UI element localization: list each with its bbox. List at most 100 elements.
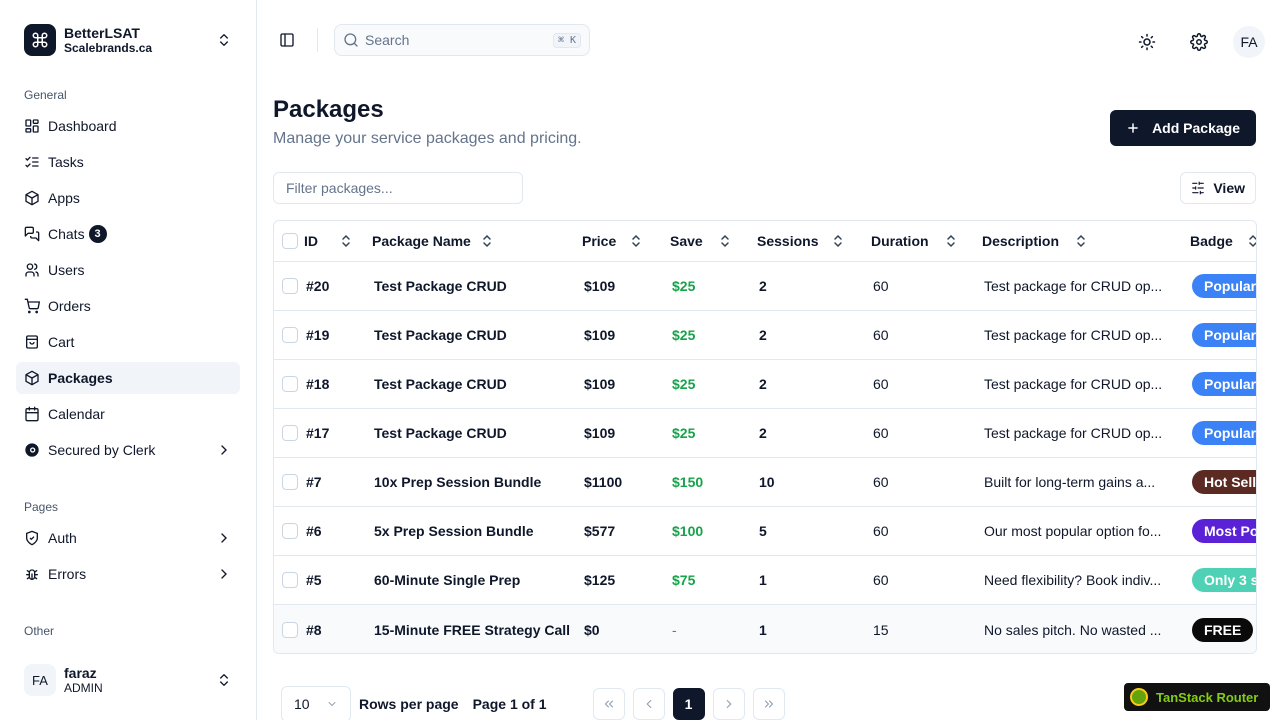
- cell-id: #8: [306, 621, 322, 638]
- column-header-price[interactable]: Price: [582, 221, 642, 261]
- row-checkbox[interactable]: [282, 327, 298, 343]
- table-row[interactable]: #7 10x Prep Session Bundle $1100 $150 10 60 Bu…: [274, 458, 1256, 507]
- bug-icon: [24, 566, 40, 582]
- row-checkbox[interactable]: [282, 523, 298, 539]
- row-checkbox[interactable]: [282, 572, 298, 588]
- column-header-sessions[interactable]: Sessions: [757, 221, 844, 261]
- sidebar-item-users[interactable]: Users: [16, 254, 240, 286]
- cell-description: No sales pitch. No wasted ...: [984, 621, 1162, 638]
- command-icon: [24, 24, 56, 56]
- search-input[interactable]: Search ⌘ K: [334, 24, 590, 56]
- chevron-right-icon: [221, 569, 227, 579]
- sidebar-item-chats[interactable]: Chats 3: [16, 218, 240, 250]
- cell-description: Need flexibility? Book indiv...: [984, 572, 1162, 588]
- tanstack-logo-icon: [1130, 688, 1148, 706]
- select-all-checkbox[interactable]: [282, 233, 298, 249]
- sort-icon: [483, 234, 491, 248]
- row-checkbox[interactable]: [282, 376, 298, 392]
- sidebar-item-packages[interactable]: Packages: [16, 362, 240, 394]
- sidebar-item-calendar[interactable]: Calendar: [16, 398, 240, 430]
- row-checkbox[interactable]: [282, 621, 298, 638]
- page-subtitle: Manage your service packages and pricing…: [273, 130, 582, 147]
- cell-duration: 60: [873, 425, 889, 441]
- status-badge: Popular: [1192, 372, 1256, 396]
- view-options-button[interactable]: View: [1180, 172, 1256, 204]
- sidebar-item-label: Errors: [48, 566, 87, 582]
- table-row[interactable]: #20 Test Package CRUD $109 $25 2 60 Test packa…: [274, 262, 1256, 311]
- tanstack-router-devtools-button[interactable]: TanStack Router: [1124, 683, 1270, 711]
- column-header-save[interactable]: Save: [670, 221, 731, 261]
- sidebar-item-label: Apps: [48, 190, 80, 206]
- cart-icon: [24, 298, 40, 314]
- sidebar-item-label: Secured by Clerk: [48, 442, 156, 458]
- sidebar-item-secured-by-clerk[interactable]: Secured by Clerk: [16, 434, 240, 466]
- team-switcher[interactable]: BetterLSAT Scalebrands.ca: [16, 16, 240, 64]
- last-page-button[interactable]: [752, 688, 785, 720]
- table-row[interactable]: #6 5x Prep Session Bundle $577 $100 5 60 Our m…: [274, 507, 1256, 556]
- cell-sessions: 2: [759, 278, 767, 294]
- sidebar-item-dashboard[interactable]: Dashboard: [16, 110, 240, 142]
- user-role: ADMIN: [64, 681, 103, 695]
- row-checkbox[interactable]: [282, 474, 298, 490]
- column-header-id[interactable]: ID: [304, 221, 352, 261]
- table-row[interactable]: #17 Test Package CRUD $109 $25 2 60 Test packa…: [274, 409, 1256, 458]
- team-name: BetterLSAT: [64, 25, 140, 41]
- cell-description: Test package for CRUD op...: [984, 278, 1163, 294]
- add-package-button[interactable]: Add Package: [1110, 110, 1256, 146]
- column-header-description[interactable]: Description: [982, 221, 1087, 261]
- sidebar-item-label: Dashboard: [48, 118, 117, 134]
- cell-price: $1100: [584, 474, 623, 490]
- sidebar-item-tasks[interactable]: Tasks: [16, 146, 240, 178]
- group-label-other: Other: [24, 624, 55, 638]
- cell-save: $100: [672, 523, 704, 539]
- status-badge: Popular: [1192, 274, 1256, 298]
- cell-duration: 60: [873, 572, 889, 588]
- sidebar-item-orders[interactable]: Orders: [16, 290, 240, 322]
- table-row[interactable]: #5 60-Minute Single Prep $125 $75 1 60 Need fl…: [274, 556, 1256, 605]
- page-title: Packages: [273, 96, 384, 123]
- table-row[interactable]: #19 Test Package CRUD $109 $25 2 60 Test packa…: [274, 311, 1256, 360]
- cell-id: #7: [306, 474, 322, 490]
- cell-duration: 15: [873, 621, 889, 638]
- column-label: Duration: [871, 233, 929, 249]
- sidebar-item-label: Calendar: [48, 406, 105, 422]
- table-row[interactable]: #18 Test Package CRUD $109 $25 2 60 Test packa…: [274, 360, 1256, 409]
- table-row[interactable]: #8 15-Minute FREE Strategy Call $0 - 1 15 No s…: [274, 605, 1256, 653]
- filter-input[interactable]: Filter packages...: [273, 172, 523, 204]
- status-badge: Popular: [1192, 323, 1256, 347]
- avatar[interactable]: FA: [1233, 26, 1265, 58]
- sort-icon: [720, 234, 729, 248]
- sort-icon: [1077, 234, 1085, 248]
- row-checkbox[interactable]: [282, 425, 298, 441]
- cell-id: #6: [306, 523, 322, 539]
- sort-icon: [342, 234, 350, 248]
- column-header-badge[interactable]: Badge: [1190, 221, 1256, 261]
- column-header-package-name[interactable]: Package Name: [372, 221, 493, 261]
- cell-description: Test package for CRUD op...: [984, 425, 1163, 441]
- cell-package-name: 60-Minute Single Prep: [374, 572, 521, 588]
- first-page-button[interactable]: [592, 688, 625, 720]
- sidebar-item-cart[interactable]: Cart: [16, 326, 240, 358]
- group-label-pages: Pages: [24, 500, 59, 514]
- status-badge: Only 3 spots: [1192, 568, 1256, 592]
- sidebar-item-apps[interactable]: Apps: [16, 182, 240, 214]
- row-checkbox[interactable]: [282, 278, 298, 294]
- sidebar-item-auth[interactable]: Auth: [16, 522, 240, 554]
- sidebar-item-label: Tasks: [48, 154, 84, 170]
- settings-button[interactable]: [1181, 24, 1217, 60]
- user-menu[interactable]: FA faraz ADMIN: [16, 656, 240, 704]
- rows-per-page-select[interactable]: 10: [281, 686, 351, 720]
- cell-save: $150: [672, 474, 704, 490]
- sidebar-toggle-button[interactable]: [273, 26, 301, 54]
- packages-table: ID Package Name Price Save Sessions Dura…: [273, 220, 1257, 654]
- sidebar-item-errors[interactable]: Errors: [16, 558, 240, 590]
- sidebar-item-label: Cart: [48, 334, 75, 350]
- rows-per-page-label: Rows per page: [359, 696, 459, 712]
- clerk-icon: [24, 442, 40, 458]
- column-header-duration[interactable]: Duration: [871, 221, 957, 261]
- sun-icon: [1138, 33, 1156, 51]
- page-button-current[interactable]: 1: [672, 688, 705, 720]
- previous-page-button[interactable]: [632, 688, 665, 720]
- next-page-button[interactable]: [712, 688, 745, 720]
- theme-toggle-button[interactable]: [1129, 24, 1165, 60]
